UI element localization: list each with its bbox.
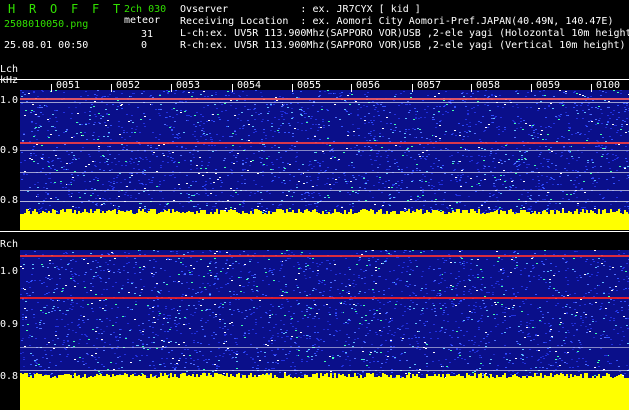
carrier-line xyxy=(20,255,629,257)
time-tick-label: 0059 xyxy=(536,80,561,91)
carrier-line xyxy=(20,150,629,151)
lch-label: Lch xyxy=(0,64,19,75)
time-tick-label: 0055 xyxy=(297,80,322,91)
amplitude-strip xyxy=(20,373,629,410)
rch-ytick: 0.8 xyxy=(0,371,19,382)
lch-ytick: 1.0 xyxy=(0,95,19,106)
time-tick-label: 0052 xyxy=(116,80,141,91)
meteor-count-rch: 0 xyxy=(141,40,148,51)
time-tick-mark xyxy=(232,84,233,92)
time-tick-label: 0053 xyxy=(176,80,201,91)
rch-ytick: 0.9 xyxy=(0,319,19,330)
lch-unit: kHz xyxy=(0,75,19,86)
time-tick-label: 0051 xyxy=(56,80,81,91)
mode-label: 2ch 030 xyxy=(124,4,167,15)
time-tick-mark xyxy=(591,84,592,92)
time-tick-mark xyxy=(51,84,52,92)
carrier-line xyxy=(20,297,629,299)
timestamp: 25.08.01 00:50 xyxy=(4,40,89,51)
lch-ytick: 0.9 xyxy=(0,145,19,156)
meteor-label: meteor xyxy=(124,15,161,26)
lch-ytick: 0.8 xyxy=(0,195,19,206)
carrier-line xyxy=(20,190,629,191)
app-title: HROFFT xyxy=(8,2,134,16)
lch-description: L-ch:ex. UV5R 113.900Mhz(SAPPORO VOR)USB… xyxy=(180,28,629,39)
time-tick-mark xyxy=(351,84,352,92)
observer-line: Ovserver : ex. JR7CYX [ kid ] xyxy=(180,4,421,15)
rch-spectrogram xyxy=(20,250,629,410)
rch-ytick: 1.0 xyxy=(0,266,19,277)
title-letter: F xyxy=(71,2,79,16)
time-tick-mark xyxy=(111,84,112,92)
time-tick-label: 0057 xyxy=(417,80,442,91)
time-tick-mark xyxy=(171,84,172,92)
time-tick-mark xyxy=(531,84,532,92)
time-tick-label: 0056 xyxy=(356,80,381,91)
carrier-line xyxy=(20,98,629,100)
title-letter: H xyxy=(8,2,16,16)
title-letter: R xyxy=(29,2,37,16)
title-letter: F xyxy=(92,2,100,16)
carrier-line xyxy=(20,172,629,173)
file-name: 2508010050.png xyxy=(4,19,89,30)
carrier-line xyxy=(20,347,629,348)
title-letter: O xyxy=(50,2,58,16)
carrier-line xyxy=(20,370,629,371)
time-tick-mark xyxy=(471,84,472,92)
carrier-line xyxy=(20,142,629,144)
lch-spectrogram xyxy=(20,90,629,230)
time-tick-mark xyxy=(412,84,413,92)
meteor-count-lch: 31 xyxy=(141,29,154,40)
carrier-line xyxy=(20,201,629,202)
time-tick-label: 0058 xyxy=(476,80,501,91)
rch-description: R-ch:ex. UV5R 113.900Mhz(SAPPORO VOR)USB… xyxy=(180,40,626,51)
lch-spectrogram-svg xyxy=(20,90,629,230)
time-tick-label: 0054 xyxy=(237,80,262,91)
panel-divider xyxy=(0,231,629,232)
rch-spectrogram-svg xyxy=(20,250,629,410)
location-line: Receiving Location : ex. Aomori City Aom… xyxy=(180,16,614,27)
rch-label: Rch xyxy=(0,239,19,250)
carrier-line xyxy=(20,102,629,103)
time-tick-label: 0100 xyxy=(596,80,621,91)
time-tick-mark xyxy=(292,84,293,92)
